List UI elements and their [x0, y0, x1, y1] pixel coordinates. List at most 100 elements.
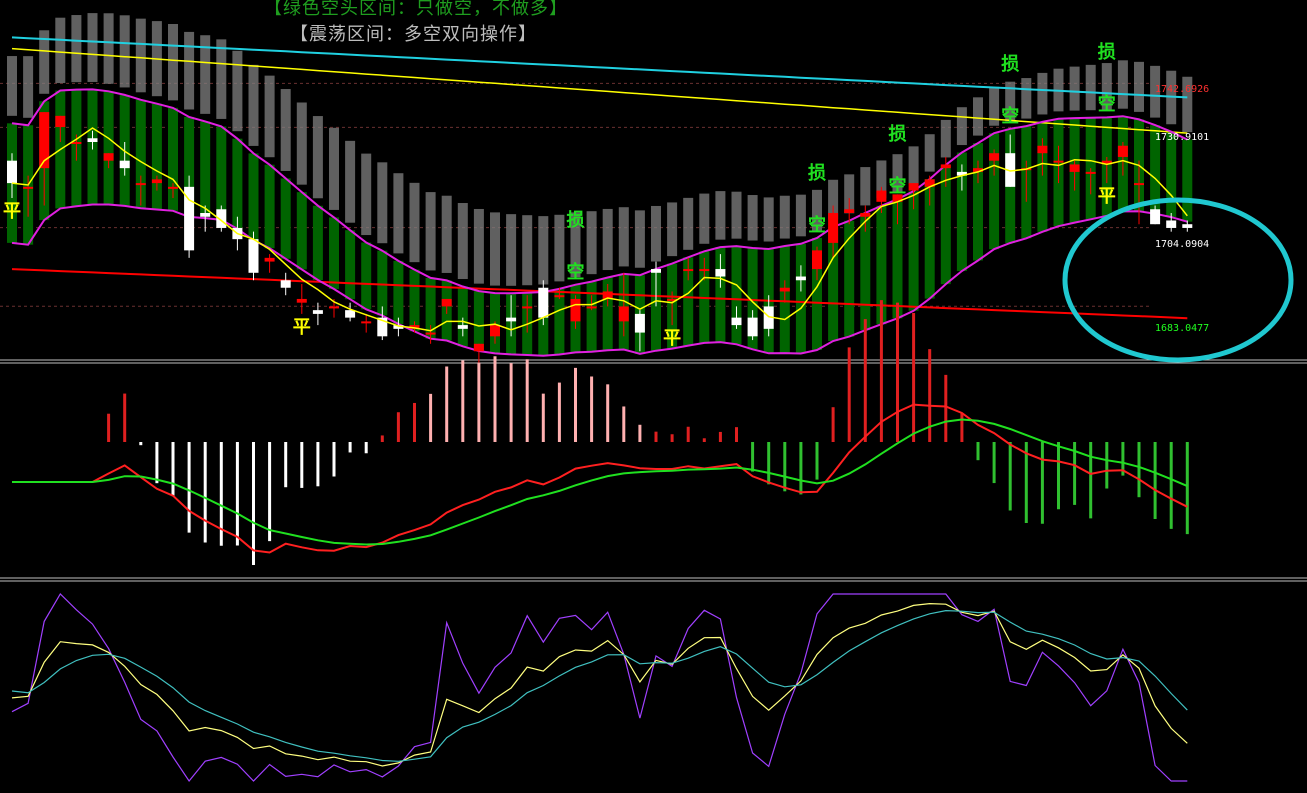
cloud-band — [699, 193, 710, 244]
cloud-band — [409, 182, 420, 263]
channel-band — [731, 246, 742, 345]
cloud-band — [103, 13, 114, 84]
channel-band — [361, 242, 372, 310]
cloud-band — [618, 207, 629, 267]
candle-body — [23, 186, 34, 189]
candle-body — [345, 310, 356, 318]
cloud-band — [7, 56, 17, 116]
candle-body — [1150, 209, 1161, 225]
cloud-band — [280, 89, 291, 171]
cloud-band — [473, 208, 484, 284]
cloud-band — [667, 202, 678, 257]
cloud-band — [55, 17, 66, 84]
candle-body — [989, 153, 1000, 161]
highlight-circle — [1062, 197, 1294, 363]
cloud-band — [908, 146, 919, 184]
candle-body — [135, 183, 146, 186]
cloud-band — [168, 23, 178, 101]
candle-body — [538, 287, 549, 318]
signal-marker: 平 — [1097, 186, 1116, 208]
cloud-band — [651, 205, 661, 262]
candle-body — [844, 209, 855, 213]
candle-body — [55, 115, 66, 128]
price-label-2: 1730.9101 — [1155, 132, 1210, 143]
cloud-band — [683, 197, 694, 250]
signal-marker: 损 — [1097, 42, 1116, 64]
candle-body — [296, 298, 307, 303]
cloud-band — [1037, 72, 1048, 115]
cloud-band — [1085, 64, 1096, 111]
signal-marker: 空 — [1001, 105, 1020, 127]
signal-marker: 空 — [1097, 94, 1116, 116]
candle-body — [634, 313, 645, 333]
signal-marker: 平 — [292, 316, 311, 338]
cloud-band — [232, 50, 243, 132]
candle-body — [264, 257, 275, 262]
candle-body — [1037, 145, 1048, 154]
candle-body — [699, 269, 710, 272]
header-note-range: 【震荡区间：多空双向操作】 — [290, 24, 537, 45]
candle-body — [490, 325, 500, 337]
candle-body — [715, 269, 726, 277]
candle-body — [7, 160, 17, 184]
channel-band — [345, 230, 356, 300]
cloud-band — [763, 197, 774, 242]
channel-band — [329, 217, 339, 289]
cloud-band — [441, 195, 452, 273]
candle-body — [425, 332, 436, 335]
candle-body — [1085, 171, 1096, 174]
candle-body — [1053, 160, 1064, 163]
kdj-k-line — [11, 602, 1188, 767]
chart-svg — [0, 13, 1307, 783]
candle-body — [39, 112, 50, 169]
price-label-1: 1742.6926 — [1155, 84, 1210, 95]
cloud-band — [795, 194, 806, 237]
candle-body — [200, 213, 211, 217]
candle-body — [1182, 224, 1193, 228]
cloud-band — [506, 214, 517, 286]
candle-body — [87, 138, 98, 142]
cloud-band — [538, 216, 549, 285]
candle-body — [506, 317, 517, 322]
signal-marker: 损 — [808, 162, 826, 184]
candle-body — [747, 317, 758, 337]
channel-band — [1166, 131, 1177, 218]
candle-body — [586, 306, 597, 309]
candle-body — [570, 298, 581, 322]
candle-body — [812, 250, 822, 270]
cloud-band — [1134, 61, 1144, 112]
cloud-band — [264, 75, 275, 158]
candle-body — [1069, 164, 1080, 172]
signal-marker: 空 — [566, 261, 585, 283]
candle-body — [441, 298, 452, 307]
cloud-band — [956, 107, 967, 146]
cloud-band — [586, 211, 597, 275]
channel-band — [312, 205, 323, 281]
candle-body — [312, 310, 323, 314]
candle-body — [618, 306, 629, 322]
signal-marker: 平 — [3, 201, 21, 223]
cloud-band — [1117, 60, 1128, 109]
channel-band — [1182, 139, 1193, 222]
channel-band — [103, 91, 114, 205]
cloud-band — [296, 102, 307, 185]
cloud-band — [248, 64, 259, 146]
candle-body — [1166, 220, 1177, 228]
cloud-band — [747, 195, 758, 241]
cloud-band — [119, 15, 130, 88]
channel-band — [296, 192, 307, 270]
candle-body — [731, 317, 742, 326]
channel-band — [264, 164, 275, 249]
channel-band — [795, 243, 806, 354]
chart-stage: 【绿色空头区间：只做空，不做多】 【震荡区间：多空双向操作】 1742.6926… — [0, 0, 1307, 789]
cloud-band — [973, 97, 983, 136]
channel-band — [151, 103, 162, 210]
candle-body — [457, 325, 468, 329]
cloud-band — [860, 167, 871, 206]
price-label-4: 1683.0477 — [1155, 323, 1210, 334]
candle-body — [683, 269, 694, 272]
cloud-band — [312, 116, 323, 199]
signal-marker: 损 — [888, 124, 907, 146]
signal-marker: 空 — [808, 214, 826, 236]
candle-body — [1134, 183, 1144, 186]
